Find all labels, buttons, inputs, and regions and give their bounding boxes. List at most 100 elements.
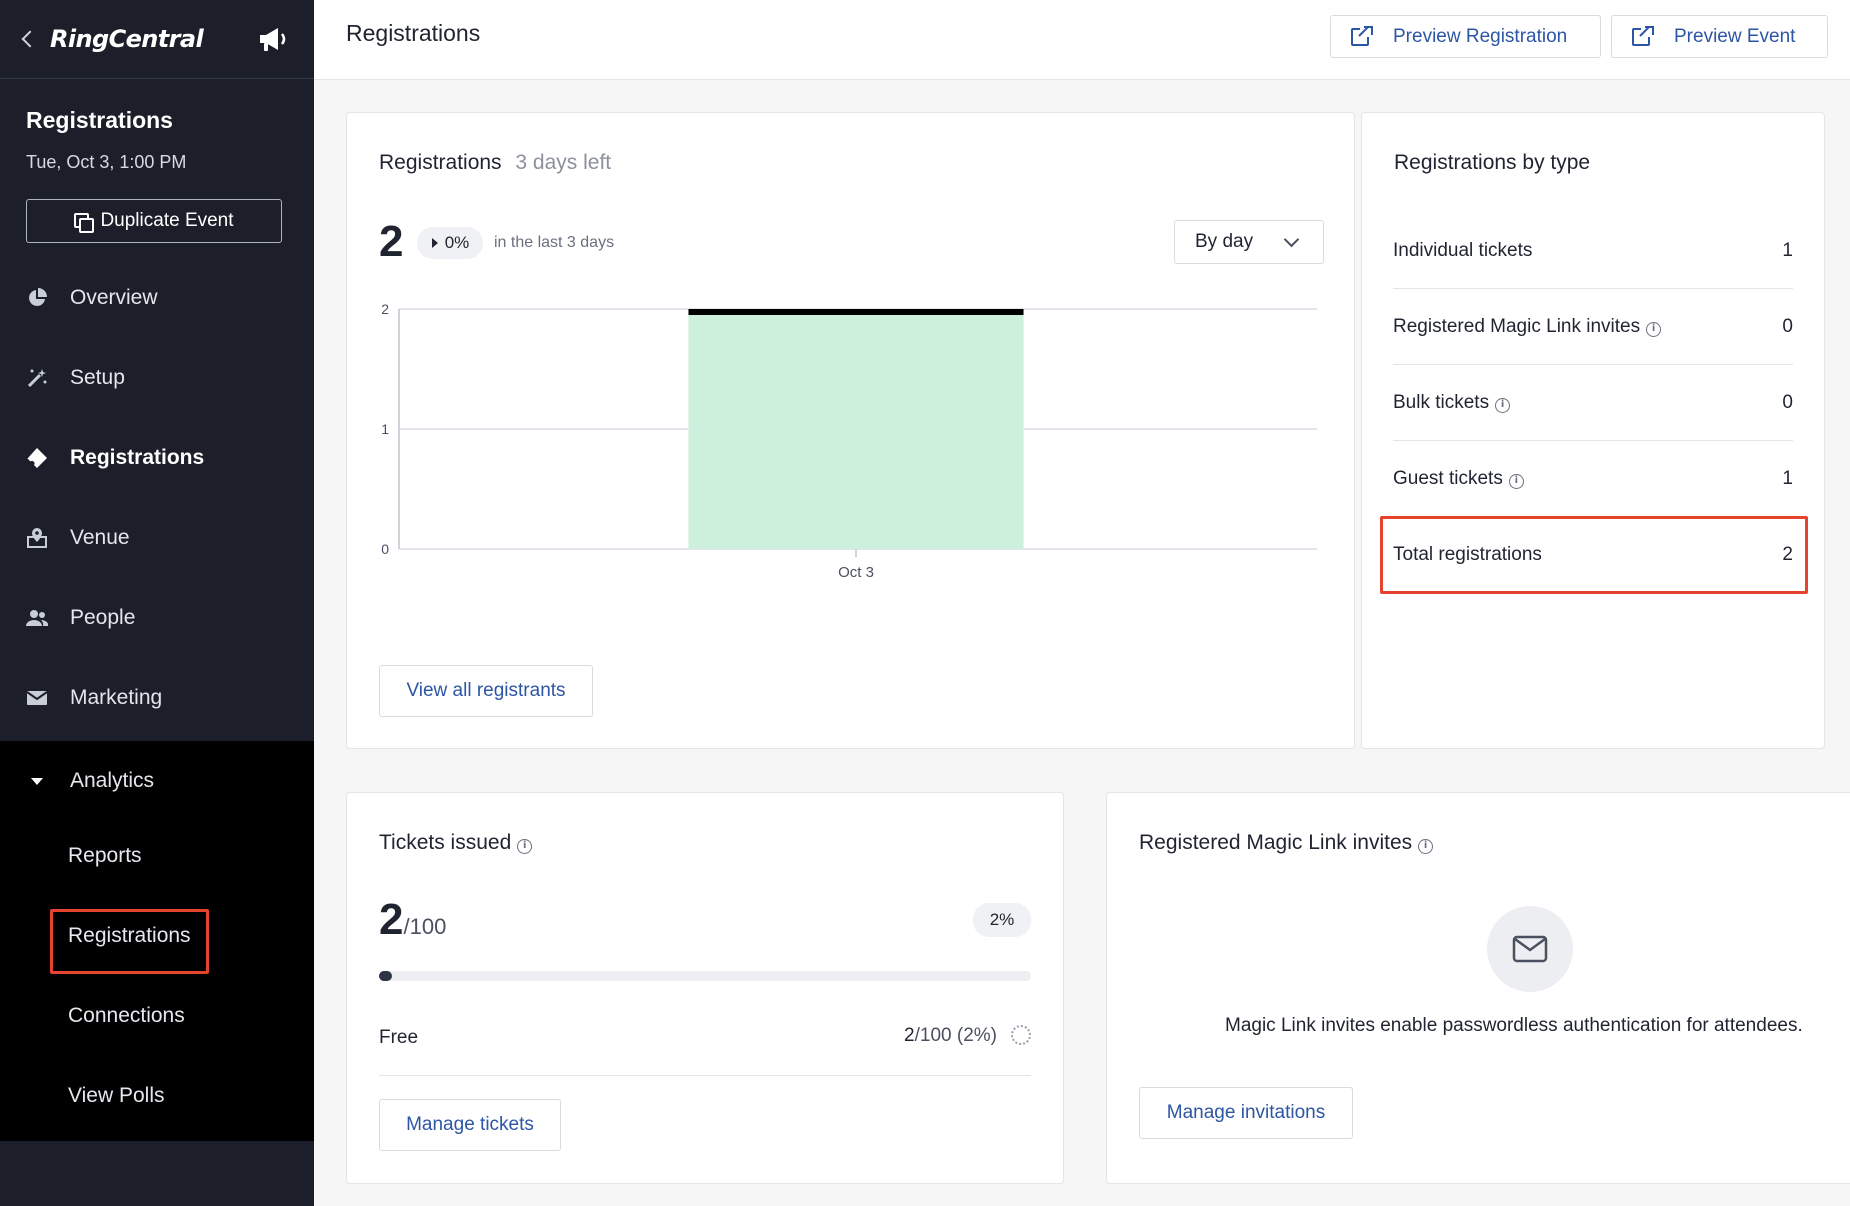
megaphone-icon[interactable]	[256, 24, 290, 54]
manage-invitations-button[interactable]: Manage invitations	[1139, 1087, 1353, 1139]
nav-label-overview: Overview	[70, 286, 158, 309]
event-title: Registrations	[26, 107, 173, 133]
preview-event-button[interactable]: Preview Event	[1611, 15, 1828, 58]
type-label: Registered Magic Link invites	[1393, 315, 1641, 337]
tickets-issued-value: 2	[379, 895, 404, 944]
nav-label-registrations: Registrations	[70, 446, 205, 469]
days-left-text: 3 days left	[515, 151, 612, 174]
mail-icon	[26, 687, 48, 709]
period-text: in the last 3 days	[494, 234, 615, 251]
venue-icon	[26, 527, 48, 549]
info-icon[interactable]: i	[1508, 473, 1524, 489]
magic-link-title: Registered Magic Link invites i	[1139, 831, 1434, 855]
sidebar: RingCentral Registrations Tue, Oct 3, 1:…	[0, 0, 314, 1206]
tickets-progress-fill	[379, 971, 393, 981]
type-label-wrap: Registered Magic Link invites i	[1393, 315, 1662, 338]
free-ticket-detail: /100 (2%)	[914, 1025, 997, 1046]
magic-link-title-text: Registered Magic Link invites	[1139, 831, 1413, 854]
free-ticket-label: Free	[379, 1027, 419, 1048]
sidebar-top: RingCentral	[0, 0, 314, 79]
bar-oct-3[interactable]	[688, 309, 1024, 549]
type-value: 1	[1782, 467, 1793, 489]
nav-label-venue: Venue	[70, 526, 130, 549]
external-link-icon	[1351, 25, 1373, 48]
tickets-title: Tickets issued i	[379, 831, 533, 855]
ringcentral-logo[interactable]: RingCentral	[50, 25, 204, 53]
nav-item-overview[interactable]: Overview	[0, 258, 314, 338]
tickets-capacity: /100	[403, 914, 447, 939]
duplicate-icon	[74, 213, 95, 233]
sub-item-view-polls[interactable]: View Polls	[68, 1081, 165, 1111]
preview-registration-label: Preview Registration	[1393, 25, 1568, 47]
duplicate-event-button[interactable]: Duplicate Event	[26, 199, 282, 243]
registrations-card: Registrations 3 days left 2 0% in the la…	[346, 112, 1355, 749]
page-header: Registrations Preview Registration Previ…	[314, 0, 1850, 80]
group-by-select[interactable]: By day	[1174, 220, 1324, 264]
nav-item-marketing[interactable]: Marketing	[0, 658, 314, 738]
caret-right-icon	[431, 238, 438, 248]
nav-item-registrations[interactable]: Registrations	[0, 418, 314, 498]
x-tick-label: Oct 3	[838, 564, 874, 581]
envelope-icon	[1512, 935, 1548, 963]
pie-chart-icon	[26, 287, 48, 309]
group-by-value: By day	[1195, 231, 1254, 252]
bar-top-edge	[688, 309, 1024, 315]
duplicate-event-label: Duplicate Event	[100, 210, 234, 231]
type-row-guest: Guest tickets i 1	[1393, 441, 1793, 517]
tickets-progress-bar	[379, 971, 1031, 981]
change-value: 0%	[444, 233, 470, 252]
by-type-title: Registrations by type	[1394, 151, 1591, 174]
info-icon[interactable]: i	[1495, 397, 1511, 413]
sub-item-reports[interactable]: Reports	[68, 841, 142, 871]
type-row-magic-link: Registered Magic Link invites i 0	[1393, 289, 1793, 365]
type-label: Individual tickets	[1393, 239, 1533, 261]
caret-down-icon	[26, 770, 48, 792]
info-icon[interactable]: i	[1646, 321, 1662, 337]
type-value: 1	[1782, 239, 1793, 261]
type-value: 0	[1782, 391, 1793, 413]
people-icon	[26, 607, 48, 629]
type-label: Bulk tickets	[1393, 391, 1490, 413]
nav-item-analytics[interactable]: Analytics	[0, 741, 314, 821]
back-chevron-icon[interactable]	[21, 30, 39, 48]
type-value: 0	[1782, 315, 1793, 337]
ticket-icon	[26, 447, 48, 469]
envelope-icon-circle	[1487, 906, 1573, 992]
nav-item-people[interactable]: People	[0, 578, 314, 658]
nav-label-analytics: Analytics	[70, 769, 155, 792]
highlight-box-total-registrations	[1380, 516, 1808, 594]
progress-ring-icon	[1011, 1025, 1031, 1045]
nav-item-setup[interactable]: Setup	[0, 338, 314, 418]
chevron-down-icon	[1283, 231, 1300, 248]
analytics-section: Analytics Reports Registrations Connecti…	[0, 741, 314, 1141]
manage-tickets-button[interactable]: Manage tickets	[379, 1099, 561, 1151]
type-row-individual: Individual tickets 1	[1393, 213, 1793, 289]
free-ticket-count: 2/100 (2%)	[904, 1025, 1031, 1047]
nav-item-venue[interactable]: Venue	[0, 498, 314, 578]
preview-event-label: Preview Event	[1674, 25, 1796, 47]
event-summary: Registrations Tue, Oct 3, 1:00 PM	[0, 79, 314, 173]
free-ticket-issued: 2	[904, 1025, 915, 1046]
tickets-title-text: Tickets issued	[379, 831, 512, 854]
change-badge: 0%	[417, 227, 483, 259]
tickets-issued-card: Tickets issued i 2/100 2% Free 2/100 (2%)…	[346, 792, 1064, 1184]
y-tick-label: 1	[381, 421, 389, 437]
type-row-bulk: Bulk tickets i 0	[1393, 365, 1793, 441]
info-icon[interactable]: i	[517, 839, 533, 854]
magic-link-description: Magic Link invites enable passwordless a…	[1225, 1015, 1803, 1036]
event-date: Tue, Oct 3, 1:00 PM	[26, 152, 187, 172]
info-icon[interactable]: i	[1418, 839, 1434, 854]
preview-registration-button[interactable]: Preview Registration	[1330, 15, 1601, 58]
registrations-bar-chart: 0 1 2 Oct 3	[381, 301, 1317, 581]
type-label: Guest tickets	[1393, 467, 1503, 489]
type-label-wrap: Guest tickets i	[1393, 468, 1524, 490]
nav-label-setup: Setup	[70, 366, 125, 389]
type-label-wrap: Bulk tickets i	[1393, 391, 1511, 414]
registrations-count: 2	[379, 217, 404, 266]
tickets-percent-badge: 2%	[973, 903, 1031, 937]
sub-item-connections[interactable]: Connections	[68, 1001, 185, 1031]
y-tick-label: 0	[381, 541, 389, 557]
view-all-registrants-button[interactable]: View all registrants	[379, 665, 593, 717]
magic-link-card: Registered Magic Link invites i Magic Lin…	[1106, 792, 1850, 1184]
magic-wand-icon	[26, 367, 48, 389]
